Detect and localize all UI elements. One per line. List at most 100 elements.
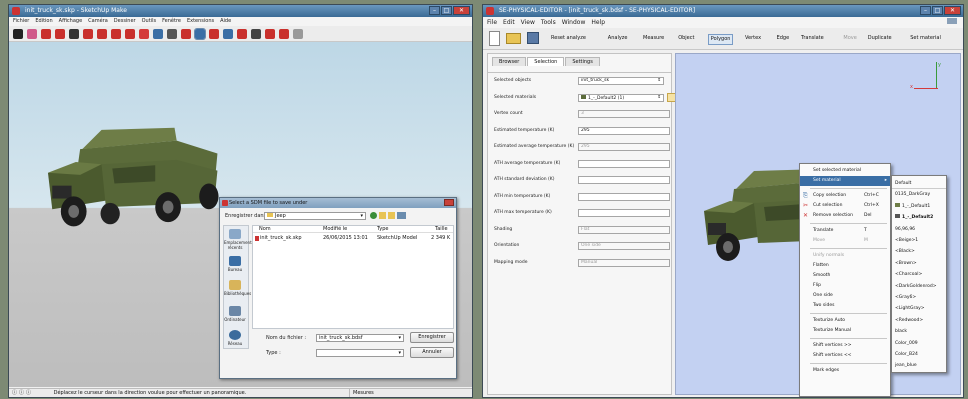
- toolbar-button[interactable]: Edge: [775, 34, 792, 43]
- property-input[interactable]: [578, 209, 670, 217]
- minimize-button[interactable]: –: [920, 6, 931, 15]
- toolbar-button[interactable]: Object: [676, 34, 696, 43]
- material-option[interactable]: <LightGray>: [892, 303, 946, 314]
- material-option[interactable]: <DarkGoldenrod>: [892, 281, 946, 292]
- place-computer[interactable]: Ordinateur: [224, 306, 246, 322]
- toolbar-button[interactable]: Reset analyze: [549, 34, 588, 43]
- context-menu-item[interactable]: ✂ Cut selection Ctrl+X: [800, 201, 890, 211]
- property-dropdown[interactable]: init_truck_sk ⇕: [578, 77, 664, 85]
- push-pull-icon[interactable]: [83, 28, 93, 39]
- material-option[interactable]: Color_009: [892, 338, 946, 349]
- menu-item[interactable]: Edit: [503, 17, 515, 28]
- context-menu-item[interactable]: One side: [800, 291, 890, 301]
- context-menu-item[interactable]: Texturize Auto: [800, 316, 890, 326]
- new-file-icon[interactable]: [489, 31, 500, 46]
- open-folder-icon[interactable]: [506, 33, 521, 44]
- menu-item[interactable]: Edition: [35, 17, 52, 26]
- save-disk-icon[interactable]: [527, 32, 539, 44]
- material-option[interactable]: Default: [892, 178, 946, 189]
- paint-bucket-icon[interactable]: [181, 28, 191, 39]
- minimize-button[interactable]: –: [429, 6, 440, 15]
- menu-item[interactable]: Help: [591, 17, 605, 28]
- context-menu-item[interactable]: ⎘ Copy selection Ctrl+C: [800, 191, 890, 201]
- toolbar-button[interactable]: Translate: [799, 34, 826, 43]
- cancel-button[interactable]: Annuler: [410, 347, 454, 358]
- material-option[interactable]: <Charcoal>: [892, 269, 946, 280]
- menu-item[interactable]: Caméra: [88, 17, 108, 26]
- col-modified[interactable]: Modifié le: [323, 226, 347, 232]
- material-option[interactable]: 0135_DarkGray: [892, 189, 946, 200]
- toolbar-button[interactable]: Polygon: [707, 34, 734, 45]
- menu-item[interactable]: Affichage: [59, 17, 83, 26]
- menu-item[interactable]: Dessiner: [114, 17, 136, 26]
- context-menu-item[interactable]: Shift vertices <<: [800, 351, 890, 361]
- dialog-close-button[interactable]: [444, 199, 454, 206]
- place-desktop[interactable]: Bureau: [224, 256, 246, 272]
- shape-icon[interactable]: [55, 28, 65, 39]
- material-option[interactable]: 1_-_Default1: [892, 201, 946, 212]
- close-button[interactable]: ✕: [453, 6, 470, 15]
- context-menu-item[interactable]: ✕ Remove selection Del: [800, 211, 890, 221]
- menu-item[interactable]: Tools: [541, 17, 556, 28]
- select-arrow-icon[interactable]: [13, 28, 23, 39]
- tab-settings[interactable]: Settings: [565, 57, 600, 66]
- material-option[interactable]: black: [892, 326, 946, 337]
- col-size[interactable]: Taille: [435, 226, 448, 232]
- orbit-icon[interactable]: [194, 27, 206, 40]
- toolbar-button[interactable]: Measure: [641, 34, 666, 43]
- menu-item[interactable]: Extensions: [187, 17, 214, 26]
- material-option[interactable]: <Beige>1: [892, 235, 946, 246]
- menu-item[interactable]: Aide: [220, 17, 231, 26]
- pan-icon[interactable]: [209, 28, 219, 39]
- maximize-button[interactable]: □: [441, 6, 452, 15]
- context-menu-item[interactable]: Smooth: [800, 271, 890, 281]
- menu-item[interactable]: Fichier: [13, 17, 29, 26]
- property-dropdown[interactable]: 1_-_Default2 (1) ⇕: [578, 93, 664, 102]
- toolbar-button[interactable]: Vertex: [743, 34, 763, 43]
- toolbar-button[interactable]: Move: [841, 34, 858, 43]
- menu-item[interactable]: Window: [562, 17, 586, 28]
- eraser-icon[interactable]: [27, 28, 37, 39]
- menu-item[interactable]: Outils: [142, 17, 156, 26]
- rectangle-icon[interactable]: [69, 28, 79, 39]
- material-option[interactable]: <Gray6>: [892, 292, 946, 303]
- pencil-icon[interactable]: [41, 28, 51, 39]
- context-menu-item[interactable]: Set material ▸: [800, 176, 890, 186]
- rotate-icon[interactable]: [111, 28, 121, 39]
- save-in-dropdown[interactable]: Jeep ▾: [264, 212, 366, 220]
- close-button[interactable]: ✕: [944, 6, 961, 15]
- context-menu-item[interactable]: Texturize Manual: [800, 326, 890, 336]
- scale-icon[interactable]: [125, 28, 135, 39]
- tab-browser[interactable]: Browser: [492, 57, 527, 66]
- editor-titlebar[interactable]: SE-PHYSICAL-EDITOR - [init_truck_sk.bdsf…: [483, 5, 963, 17]
- context-menu-item[interactable]: Two sides: [800, 301, 890, 311]
- tab-selection[interactable]: Selection: [527, 57, 565, 66]
- dialog-titlebar[interactable]: Select a SDM file to save under: [220, 198, 456, 208]
- property-input[interactable]: [578, 192, 670, 201]
- maximize-button[interactable]: □: [932, 6, 943, 15]
- context-menu-item[interactable]: Translate T: [800, 226, 890, 236]
- col-type[interactable]: Type: [377, 226, 388, 232]
- layers-icon[interactable]: [293, 28, 303, 39]
- material-option[interactable]: 1_-_Default2: [892, 212, 946, 223]
- context-menu-item[interactable]: Set selected material: [800, 166, 890, 176]
- toolbar-button[interactable]: Set material: [908, 34, 943, 43]
- menu-item[interactable]: File: [487, 17, 497, 28]
- property-input[interactable]: [578, 176, 670, 184]
- menu-item[interactable]: Fenêtre: [162, 17, 181, 26]
- context-menu-item[interactable]: Mark edges: [800, 366, 890, 376]
- material-option[interactable]: Color_B24: [892, 349, 946, 360]
- section-plane-icon[interactable]: [251, 28, 261, 39]
- extension-icon[interactable]: [279, 28, 289, 39]
- place-recent[interactable]: Emplacements récents: [224, 229, 254, 250]
- sketchup-titlebar[interactable]: init_truck_sk.skp - SketchUp Make – □ ✕: [9, 5, 472, 17]
- toolbar-button[interactable]: Duplicate: [866, 34, 894, 43]
- restore-icon[interactable]: [947, 18, 957, 24]
- zoom-icon[interactable]: [223, 28, 233, 39]
- file-row[interactable]: init_truck_sk.skp 26/06/2015 13:01 Sketc…: [253, 235, 453, 242]
- save-button[interactable]: Enregistrer: [410, 332, 454, 343]
- material-option[interactable]: 96,96,96: [892, 224, 946, 235]
- up-folder-icon[interactable]: [379, 212, 386, 219]
- material-option[interactable]: jean_blue: [892, 360, 946, 371]
- material-option[interactable]: <Brown>: [892, 258, 946, 269]
